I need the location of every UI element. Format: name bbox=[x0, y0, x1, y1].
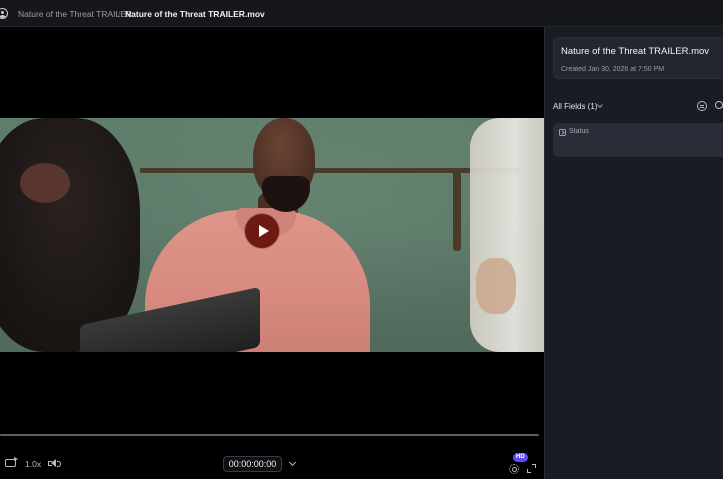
timecode-display[interactable]: 00:00:00:00 bbox=[223, 456, 282, 472]
all-fields-dropdown[interactable]: All Fields (1) bbox=[553, 102, 597, 111]
field-label: Status bbox=[569, 128, 589, 135]
metadata-panel: Nature of the Threat TRAILER.mov Created… bbox=[544, 27, 723, 479]
search-icon[interactable] bbox=[715, 101, 723, 109]
breadcrumb-current: Nature of the Threat TRAILER.mov bbox=[125, 9, 265, 19]
fields-header: All Fields (1) bbox=[553, 101, 723, 113]
field-status[interactable]: Status bbox=[553, 123, 723, 157]
hd-badge: HD bbox=[513, 453, 528, 462]
frame-foreground-hand bbox=[20, 163, 70, 203]
player-controls: 1.0x 00:00:00:00 HD bbox=[0, 449, 544, 479]
chevron-down-icon[interactable] bbox=[597, 102, 603, 108]
volume-icon[interactable] bbox=[48, 459, 61, 469]
frame-shelf-bracket bbox=[453, 173, 461, 251]
playback-speed[interactable]: 1.0x bbox=[25, 459, 41, 469]
asset-card: Nature of the Threat TRAILER.mov Created… bbox=[553, 37, 723, 79]
playback-scrubber[interactable] bbox=[0, 434, 539, 436]
avatar-icon[interactable] bbox=[0, 8, 8, 19]
loop-icon[interactable] bbox=[5, 457, 18, 467]
fullscreen-icon[interactable] bbox=[527, 464, 536, 473]
breadcrumb-parent[interactable]: Nature of the Threat TRAILER bbox=[18, 9, 132, 19]
video-viewer[interactable]: 1.0x 00:00:00:00 HD bbox=[0, 27, 544, 479]
asset-created-date: Created Jan 30, 2026 at 7:50 PM bbox=[561, 66, 665, 73]
breadcrumb-separator: / bbox=[118, 9, 121, 19]
filter-icon[interactable] bbox=[697, 101, 707, 111]
top-bar: Nature of the Threat TRAILER / Nature of… bbox=[0, 0, 723, 27]
play-button[interactable] bbox=[245, 214, 279, 248]
play-icon bbox=[258, 225, 269, 237]
frame-foreground-right bbox=[470, 118, 544, 352]
chevron-down-icon[interactable] bbox=[288, 458, 297, 467]
status-icon bbox=[559, 129, 566, 136]
frame-shelf bbox=[140, 168, 520, 173]
frame-foreground-right-hand bbox=[476, 258, 516, 314]
app-root: Nature of the Threat TRAILER / Nature of… bbox=[0, 0, 723, 479]
asset-title: Nature of the Threat TRAILER.mov bbox=[561, 46, 710, 57]
settings-icon[interactable] bbox=[509, 464, 519, 474]
